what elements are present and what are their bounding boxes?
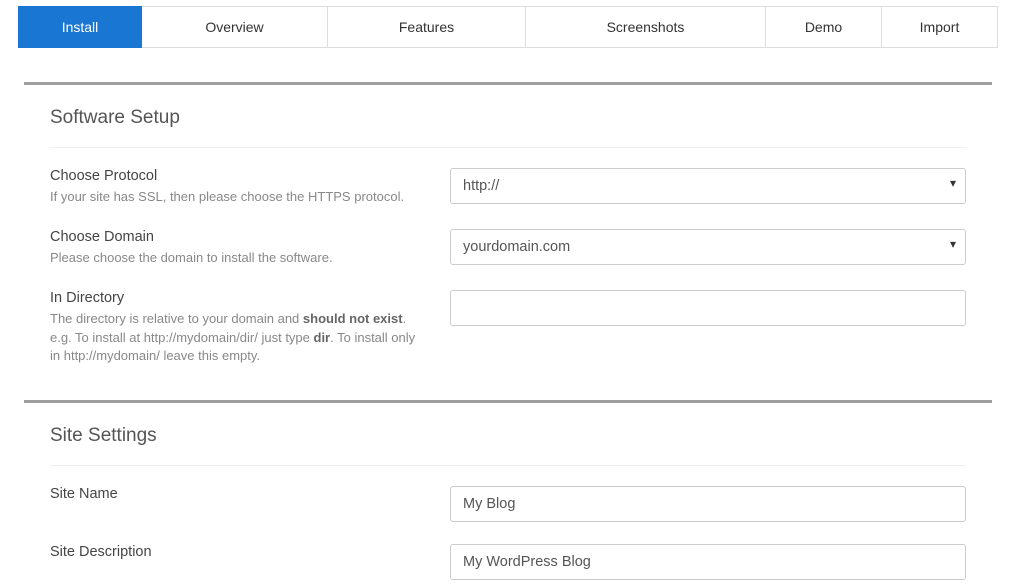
site-description-row: Site Description	[50, 544, 966, 580]
protocol-row: Choose Protocol If your site has SSL, th…	[50, 168, 966, 207]
tab-features[interactable]: Features	[328, 6, 526, 48]
directory-input[interactable]	[450, 290, 966, 326]
tab-bar: Install Overview Features Screenshots De…	[18, 6, 998, 48]
site-settings-section: Site Settings Site Name Site Description	[24, 400, 992, 580]
protocol-select[interactable]: http://	[450, 168, 966, 204]
software-setup-section: Software Setup Choose Protocol If your s…	[24, 82, 992, 366]
software-setup-title: Software Setup	[50, 107, 992, 129]
tab-install[interactable]: Install	[18, 6, 142, 48]
section-divider	[24, 82, 992, 85]
section-divider	[24, 400, 992, 403]
tab-import[interactable]: Import	[882, 6, 998, 48]
tab-demo[interactable]: Demo	[766, 6, 882, 48]
directory-row: In Directory The directory is relative t…	[50, 290, 966, 367]
directory-label: In Directory	[50, 290, 426, 306]
site-description-label: Site Description	[50, 544, 426, 560]
domain-select[interactable]: yourdomain.com	[450, 229, 966, 265]
site-settings-title: Site Settings	[50, 425, 992, 447]
thin-divider	[50, 147, 966, 148]
protocol-help: If your site has SSL, then please choose…	[50, 188, 426, 207]
tab-overview[interactable]: Overview	[142, 6, 328, 48]
domain-row: Choose Domain Please choose the domain t…	[50, 229, 966, 268]
site-description-input[interactable]	[450, 544, 966, 580]
thin-divider	[50, 465, 966, 466]
tab-screenshots[interactable]: Screenshots	[526, 6, 766, 48]
site-name-input[interactable]	[450, 486, 966, 522]
site-name-row: Site Name	[50, 486, 966, 522]
protocol-label: Choose Protocol	[50, 168, 426, 184]
directory-help: The directory is relative to your domain…	[50, 310, 426, 367]
domain-help: Please choose the domain to install the …	[50, 249, 426, 268]
domain-label: Choose Domain	[50, 229, 426, 245]
site-name-label: Site Name	[50, 486, 426, 502]
